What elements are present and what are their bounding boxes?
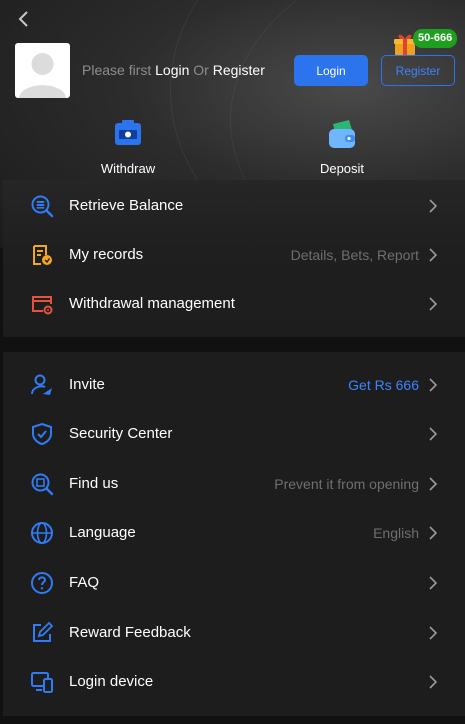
shield-icon (32, 422, 52, 445)
chevron-right-icon (429, 296, 438, 311)
user-silhouette-icon (19, 53, 66, 98)
prompt-prefix: Please first (82, 62, 152, 78)
avatar[interactable] (15, 43, 70, 98)
chevron-right-icon (429, 426, 438, 441)
invite-reward-value: Get Rs 666 (348, 376, 419, 393)
register-button[interactable]: Register (381, 55, 455, 86)
chevron-right-icon (429, 575, 438, 590)
menu-item-language[interactable]: Language English (3, 508, 465, 557)
menu-item-label: Reward Feedback (69, 624, 191, 641)
chevron-right-icon (429, 625, 438, 640)
login-button[interactable]: Login (294, 55, 368, 86)
menu-item-login-device[interactable]: Login device (3, 657, 465, 706)
chevron-left-icon (18, 11, 28, 27)
account-menu: Retrieve Balance My records Details, Bet… (3, 180, 465, 337)
menu-item-label: Invite (69, 376, 105, 393)
menu-item-label: Withdrawal management (69, 295, 235, 312)
menu-item-label: FAQ (69, 574, 100, 591)
menu-item-label: Find us (69, 475, 119, 492)
menu-item-value: Details, Bets, Report (290, 246, 419, 263)
chevron-right-icon (429, 674, 438, 689)
menu-item-security-center[interactable]: Security Center (3, 409, 465, 458)
chevron-right-icon (429, 525, 438, 540)
question-icon (31, 571, 53, 594)
chevron-right-icon (429, 198, 438, 213)
chevron-right-icon (429, 377, 438, 392)
chevron-right-icon (429, 247, 438, 262)
device-icon (31, 671, 53, 693)
settings-menu: Invite Get Rs 666 Security Center Find u… (3, 352, 465, 716)
balance-search-icon (31, 195, 54, 217)
withdraw-label: Withdraw (100, 161, 156, 176)
menu-item-retrieve-balance[interactable]: Retrieve Balance (3, 181, 465, 230)
withdraw-action[interactable]: Withdraw (68, 118, 188, 176)
wallet-icon (329, 120, 355, 148)
edit-icon (33, 621, 54, 642)
withdraw-icon (115, 120, 141, 145)
records-icon (33, 244, 52, 265)
language-value: English (373, 524, 419, 541)
menu-item-label: Security Center (69, 425, 173, 442)
menu-item-label: Login device (69, 673, 154, 690)
menu-item-label: Retrieve Balance (69, 197, 184, 214)
gift-badge[interactable]: 50-666 (413, 29, 458, 48)
deposit-action[interactable]: Deposit (282, 118, 402, 176)
prompt-register-link[interactable]: Register (213, 62, 265, 78)
menu-item-my-records[interactable]: My records Details, Bets, Report (3, 230, 465, 279)
card-gear-icon (32, 295, 53, 314)
back-button[interactable] (12, 8, 34, 30)
deposit-label: Deposit (319, 161, 365, 176)
menu-item-find-us[interactable]: Find us Prevent it from opening (3, 459, 465, 508)
menu-item-reward-feedback[interactable]: Reward Feedback (3, 608, 465, 657)
menu-item-withdrawal-management[interactable]: Withdrawal management (3, 279, 465, 328)
prompt-login-link[interactable]: Login (155, 62, 189, 78)
login-prompt: Please first Login Or Register (82, 62, 265, 78)
menu-item-value: Prevent it from opening (274, 475, 419, 492)
globe-icon (31, 521, 53, 544)
find-icon (31, 473, 54, 495)
menu-item-faq[interactable]: FAQ (3, 558, 465, 607)
invite-icon (31, 374, 52, 395)
prompt-or: Or (193, 62, 209, 78)
menu-item-label: Language (69, 524, 136, 541)
menu-item-label: My records (69, 246, 144, 263)
chevron-right-icon (429, 476, 438, 491)
menu-item-invite[interactable]: Invite Get Rs 666 (3, 360, 465, 409)
